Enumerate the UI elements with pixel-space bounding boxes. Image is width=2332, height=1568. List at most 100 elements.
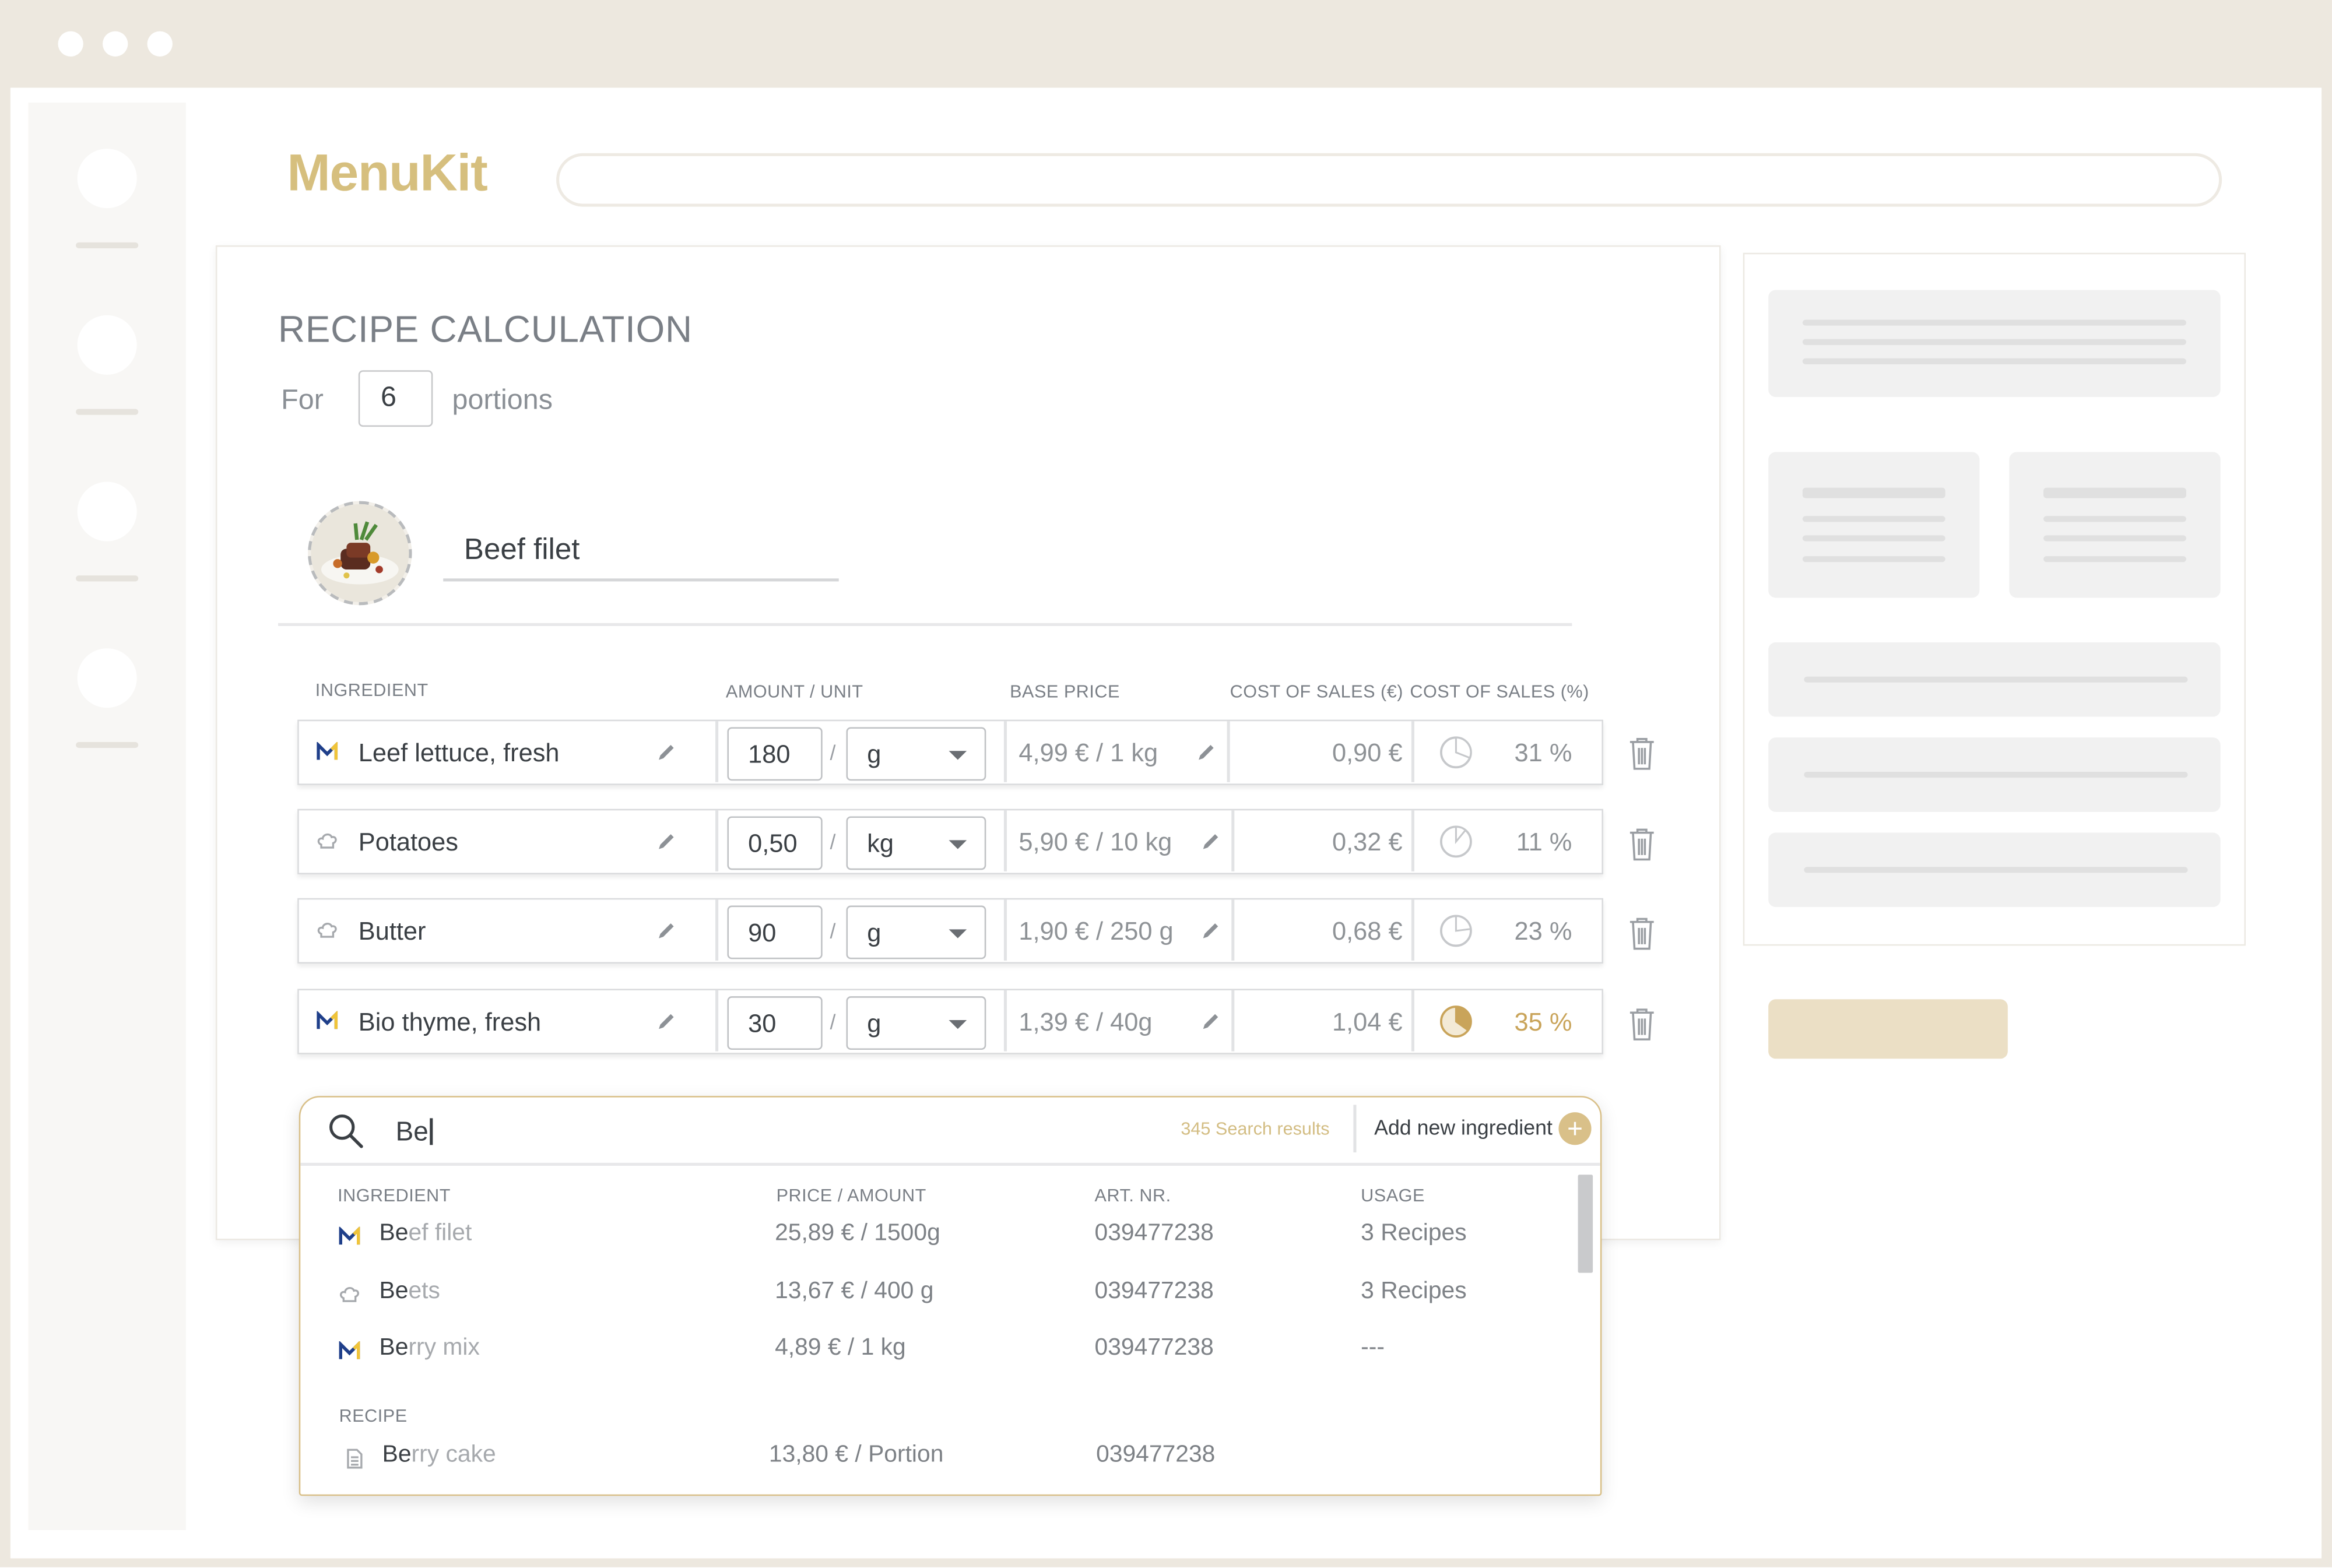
pencil-icon[interactable] xyxy=(656,920,677,941)
pencil-icon[interactable] xyxy=(1200,831,1221,852)
trash-icon[interactable] xyxy=(1627,916,1657,951)
search-result-row[interactable]: Berry cake 13,80 € / Portion 039477238 xyxy=(300,1436,1579,1481)
result-art-nr: 039477238 xyxy=(1094,1221,1214,1246)
pencil-icon[interactable] xyxy=(1196,742,1217,763)
pencil-icon[interactable] xyxy=(1200,1011,1221,1032)
chevron-down-icon xyxy=(949,929,967,938)
unit-select[interactable]: g xyxy=(846,905,986,959)
search-result-row[interactable]: Beets 13,67 € / 400 g 039477238 3 Recipe… xyxy=(300,1273,1579,1318)
placeholder-block xyxy=(2009,452,2221,598)
unit-select[interactable]: g xyxy=(846,727,986,781)
result-name-match: Be xyxy=(382,1442,412,1468)
column-divider xyxy=(715,721,718,782)
cost-pie-icon xyxy=(1440,825,1472,858)
app-logo[interactable]: MenuKit xyxy=(287,144,488,203)
base-price: 5,90 € / 10 kg xyxy=(1019,828,1172,857)
pencil-icon[interactable] xyxy=(656,742,677,763)
global-search-bar[interactable] xyxy=(556,153,2222,207)
window-dot-close[interactable] xyxy=(58,31,83,57)
unit-value: g xyxy=(867,919,881,947)
cost-pie-icon xyxy=(1440,1006,1472,1038)
result-usage: 3 Recipes xyxy=(1361,1221,1467,1246)
sidebar-label-placeholder xyxy=(76,741,139,748)
browser-frame: MenuKit RECIPE CALCULATION For 6 portion… xyxy=(0,0,2332,1567)
portions-input[interactable]: 6 xyxy=(358,370,433,427)
column-divider xyxy=(1411,899,1414,961)
pencil-icon[interactable] xyxy=(656,831,677,852)
cost-pct: 35 % xyxy=(1514,1008,1572,1037)
unit-value: g xyxy=(867,1010,881,1038)
amount-input[interactable]: 180 xyxy=(727,727,823,781)
amount-unit-separator: / xyxy=(830,919,836,943)
sidebar-icon-placeholder xyxy=(77,648,137,708)
divider xyxy=(300,1162,1600,1165)
ingredient-row[interactable]: Potatoes 0,50 / kg 5,90 € / 10 kg 0,32 €… xyxy=(297,808,1603,874)
search-query-input[interactable]: Be xyxy=(396,1117,433,1148)
chef-hat-icon xyxy=(317,923,337,938)
result-art-nr: 039477238 xyxy=(1094,1335,1214,1361)
column-divider xyxy=(1411,721,1414,782)
window-dot-maximize[interactable] xyxy=(147,31,173,57)
amount-input[interactable]: 0,50 xyxy=(727,816,823,870)
col-header-cost-eur: COST OF SALES (€) xyxy=(1230,681,1403,702)
chef-hat-icon xyxy=(317,833,337,849)
column-divider xyxy=(1003,810,1006,871)
primary-button-placeholder[interactable] xyxy=(1768,999,2008,1059)
ingredient-name: Bio thyme, fresh xyxy=(358,1008,542,1037)
column-divider xyxy=(1231,899,1234,961)
sidebar-icon-placeholder xyxy=(77,315,137,375)
ingredient-name: Leef lettuce, fresh xyxy=(358,739,560,768)
cost-pct: 23 % xyxy=(1514,917,1572,946)
sidebar-label-placeholder xyxy=(76,242,139,249)
unit-select[interactable]: kg xyxy=(846,816,986,870)
search-result-row[interactable]: Beef filet 25,89 € / 1500g 039477238 3 R… xyxy=(300,1215,1579,1260)
result-name-match: Be xyxy=(379,1278,409,1305)
cost-eur: 0,68 € xyxy=(1332,917,1403,946)
cost-pct: 31 % xyxy=(1514,739,1572,768)
amount-input[interactable]: 90 xyxy=(727,905,823,959)
amount-unit-separator: / xyxy=(830,740,836,765)
window-dot-minimize[interactable] xyxy=(103,31,128,57)
pencil-icon[interactable] xyxy=(1200,920,1221,941)
ingredient-row[interactable]: Leef lettuce, fresh 180 / g 4,99 € / 1 k… xyxy=(297,719,1603,785)
result-price: 13,80 € / Portion xyxy=(768,1442,944,1468)
recipe-name-field[interactable]: Beef filet xyxy=(443,534,839,582)
for-label: For xyxy=(281,385,324,417)
search-results-count: 345 Search results xyxy=(1181,1118,1330,1140)
sidebar-label-placeholder xyxy=(76,575,139,582)
chevron-down-icon xyxy=(949,1019,967,1029)
trash-icon[interactable] xyxy=(1627,736,1657,772)
amount-unit-separator: / xyxy=(830,829,836,854)
unit-value: g xyxy=(867,740,881,769)
search-result-row[interactable]: Berry mix 4,89 € / 1 kg 039477238 --- xyxy=(300,1330,1579,1374)
base-price: 1,39 € / 40g xyxy=(1019,1008,1153,1037)
result-name-rest: rry mix xyxy=(408,1335,480,1361)
divider xyxy=(278,623,1572,626)
dd-header-ingredient: INGREDIENT xyxy=(338,1185,451,1206)
result-price: 25,89 € / 1500g xyxy=(775,1221,940,1246)
scrollbar-thumb[interactable] xyxy=(1578,1175,1593,1273)
recipe-calculation-card: RECIPE CALCULATION For 6 portions Beef f… xyxy=(215,245,1721,1240)
column-divider xyxy=(1003,899,1006,961)
col-header-ingredient: INGREDIENT xyxy=(315,679,429,701)
recipe-photo[interactable] xyxy=(308,501,412,606)
document-icon xyxy=(347,1449,363,1469)
ingredient-row[interactable]: Bio thyme, fresh 30 / g 1,39 € / 40g 1,0… xyxy=(297,989,1603,1054)
add-icon[interactable]: + xyxy=(1558,1112,1592,1145)
unit-select[interactable]: g xyxy=(846,996,986,1050)
cost-eur: 0,90 € xyxy=(1332,739,1403,768)
trash-icon[interactable] xyxy=(1627,1007,1657,1042)
result-price: 4,89 € / 1 kg xyxy=(775,1335,906,1361)
pencil-icon[interactable] xyxy=(656,1011,677,1032)
ingredient-row[interactable]: Butter 90 / g 1,90 € / 250 g 0,68 € 23 % xyxy=(297,898,1603,964)
add-new-ingredient-link[interactable]: Add new ingredient xyxy=(1374,1115,1553,1139)
result-art-nr: 039477238 xyxy=(1096,1442,1216,1468)
column-divider xyxy=(1227,721,1230,782)
ingredient-name: Potatoes xyxy=(358,828,458,857)
result-name-match: Be xyxy=(379,1221,409,1246)
sidebar-label-placeholder xyxy=(76,409,139,415)
dd-header-usage: USAGE xyxy=(1361,1185,1425,1206)
trash-icon[interactable] xyxy=(1627,827,1657,862)
amount-input[interactable]: 30 xyxy=(727,996,823,1050)
result-name-rest: rry cake xyxy=(411,1442,496,1468)
